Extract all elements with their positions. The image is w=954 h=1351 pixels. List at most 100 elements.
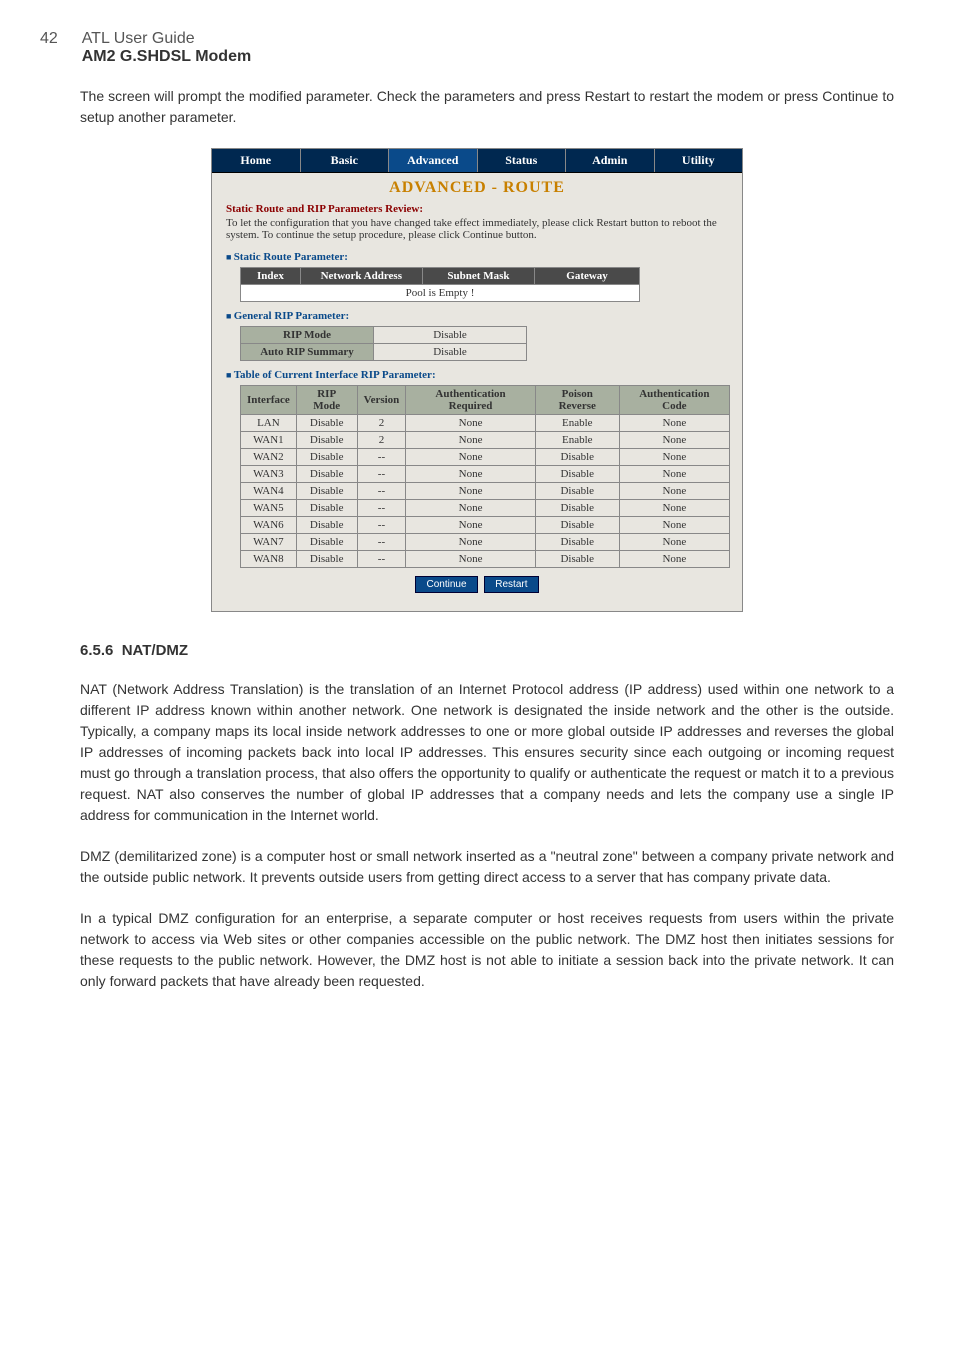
col-network: Network Address	[300, 268, 422, 285]
nav-tab-home[interactable]: Home	[212, 149, 301, 172]
rip-cell: None	[406, 534, 535, 551]
rip-cell: Disable	[535, 466, 619, 483]
rip-cell: None	[406, 517, 535, 534]
rip-cell: 2	[357, 432, 406, 449]
static-empty-msg: Pool is Empty !	[241, 285, 640, 302]
rip-cell: --	[357, 449, 406, 466]
rip-cell: LAN	[241, 415, 297, 432]
rip-cell: Disable	[296, 483, 357, 500]
rip-row: LANDisable2NoneEnableNone	[241, 415, 730, 432]
rip-cell: Disable	[535, 483, 619, 500]
rip-row: WAN3Disable--NoneDisableNone	[241, 466, 730, 483]
rip-cell: None	[406, 500, 535, 517]
rip-cell: WAN2	[241, 449, 297, 466]
rip-cell: --	[357, 500, 406, 517]
rip-cell: --	[357, 517, 406, 534]
rip-cell: Disable	[296, 432, 357, 449]
rip-cell: None	[406, 551, 535, 568]
rip-cell: --	[357, 466, 406, 483]
rip-row: WAN1Disable2NoneEnableNone	[241, 432, 730, 449]
section-title: NAT/DMZ	[122, 642, 188, 659]
col-subnet: Subnet Mask	[422, 268, 534, 285]
rip-col-3: Authentication Required	[406, 386, 535, 415]
rip-cell: Disable	[535, 517, 619, 534]
rip-row: WAN4Disable--NoneDisableNone	[241, 483, 730, 500]
static-route-heading: Static Route Parameter:	[226, 251, 728, 263]
rip-cell: WAN7	[241, 534, 297, 551]
rip-cell: 2	[357, 415, 406, 432]
rip-cell: --	[357, 534, 406, 551]
rip-cell: WAN8	[241, 551, 297, 568]
nav-tabs: Home Basic Advanced Status Admin Utility	[212, 149, 742, 173]
interface-rip-table: InterfaceRIP ModeVersionAuthentication R…	[240, 385, 730, 568]
rip-cell: None	[619, 483, 729, 500]
rip-cell: Disable	[535, 449, 619, 466]
static-route-table: Index Network Address Subnet Mask Gatewa…	[240, 267, 640, 302]
rip-col-2: Version	[357, 386, 406, 415]
rip-cell: None	[619, 500, 729, 517]
auto-rip-label: Auto RIP Summary	[241, 344, 374, 361]
nat-paragraph: NAT (Network Address Translation) is the…	[80, 679, 894, 826]
nav-tab-advanced[interactable]: Advanced	[389, 149, 478, 172]
rip-header-row: InterfaceRIP ModeVersionAuthentication R…	[241, 386, 730, 415]
rip-cell: None	[406, 432, 535, 449]
rip-cell: None	[619, 432, 729, 449]
dmz-paragraph: DMZ (demilitarized zone) is a computer h…	[80, 846, 894, 888]
rip-mode-value: Disable	[374, 327, 527, 344]
rip-cell: Disable	[296, 551, 357, 568]
rip-col-1: RIP Mode	[296, 386, 357, 415]
rip-col-5: Authentication Code	[619, 386, 729, 415]
interface-rip-heading: Table of Current Interface RIP Parameter…	[226, 369, 728, 381]
general-rip-heading: General RIP Parameter:	[226, 310, 728, 322]
rip-cell: Disable	[296, 500, 357, 517]
restart-button[interactable]: Restart	[484, 576, 538, 593]
rip-row: WAN6Disable--NoneDisableNone	[241, 517, 730, 534]
nav-tab-utility[interactable]: Utility	[655, 149, 743, 172]
rip-mode-label: RIP Mode	[241, 327, 374, 344]
rip-row: WAN2Disable--NoneDisableNone	[241, 449, 730, 466]
rip-cell: Disable	[535, 534, 619, 551]
dmz-config-paragraph: In a typical DMZ configuration for an en…	[80, 908, 894, 992]
guide-title: ATL User Guide	[82, 30, 195, 47]
rip-cell: WAN4	[241, 483, 297, 500]
continue-button[interactable]: Continue	[415, 576, 477, 593]
rip-body: LANDisable2NoneEnableNoneWAN1Disable2Non…	[241, 415, 730, 568]
rip-row: WAN8Disable--NoneDisableNone	[241, 551, 730, 568]
nav-tab-basic[interactable]: Basic	[301, 149, 390, 172]
general-rip-table: RIP Mode Disable Auto RIP Summary Disabl…	[240, 326, 527, 361]
rip-cell: None	[619, 449, 729, 466]
rip-cell: None	[619, 534, 729, 551]
rip-cell: None	[619, 415, 729, 432]
nav-tab-admin[interactable]: Admin	[566, 149, 655, 172]
auto-rip-value: Disable	[374, 344, 527, 361]
rip-cell: Disable	[296, 517, 357, 534]
rip-cell: None	[619, 551, 729, 568]
rip-row: WAN5Disable--NoneDisableNone	[241, 500, 730, 517]
rip-cell: Enable	[535, 432, 619, 449]
rip-cell: None	[406, 415, 535, 432]
rip-cell: None	[619, 517, 729, 534]
section-number: 6.5.6	[80, 642, 113, 659]
rip-cell: Disable	[296, 534, 357, 551]
rip-cell: None	[406, 466, 535, 483]
review-heading: Static Route and RIP Parameters Review:	[226, 203, 728, 215]
rip-cell: None	[406, 483, 535, 500]
page-header: 42 ATL User Guide AM2 G.SHDSL Modem	[40, 30, 914, 66]
rip-cell: Disable	[535, 551, 619, 568]
review-text: To let the configuration that you have c…	[226, 217, 728, 241]
rip-col-0: Interface	[241, 386, 297, 415]
col-gateway: Gateway	[535, 268, 640, 285]
rip-cell: Disable	[535, 500, 619, 517]
nav-tab-status[interactable]: Status	[478, 149, 567, 172]
rip-row: WAN7Disable--NoneDisableNone	[241, 534, 730, 551]
rip-cell: --	[357, 483, 406, 500]
intro-paragraph: The screen will prompt the modified para…	[80, 86, 894, 128]
rip-cell: Enable	[535, 415, 619, 432]
page-number: 42	[40, 30, 58, 48]
rip-cell: WAN1	[241, 432, 297, 449]
panel-title: ADVANCED - ROUTE	[212, 173, 742, 203]
rip-cell: WAN3	[241, 466, 297, 483]
rip-cell: Disable	[296, 415, 357, 432]
rip-cell: WAN5	[241, 500, 297, 517]
rip-cell: Disable	[296, 466, 357, 483]
